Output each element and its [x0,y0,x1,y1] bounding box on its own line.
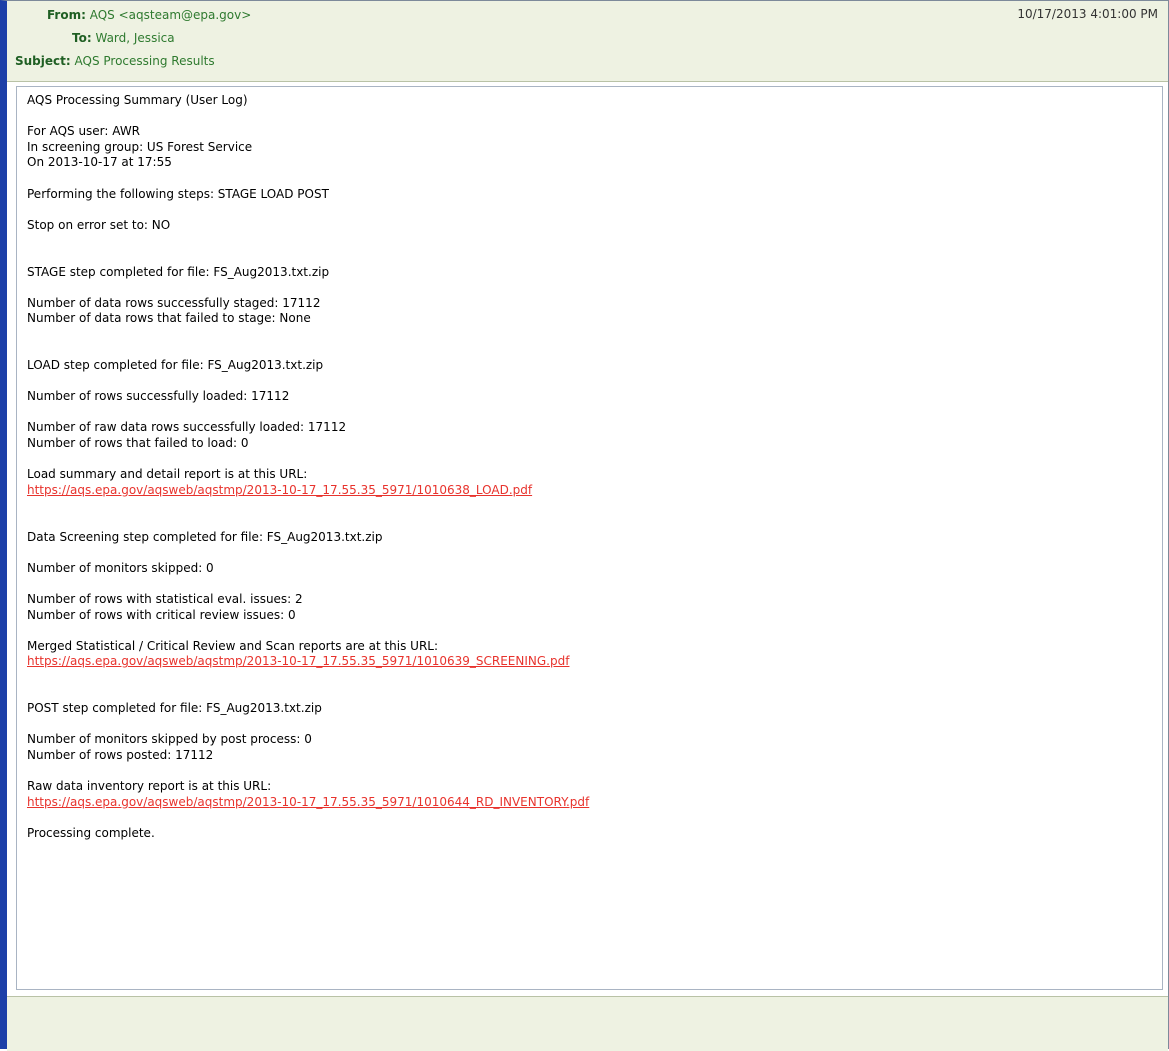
post-completed-line: POST step completed for file: FS_Aug2013… [27,701,322,716]
to-label: To: [72,31,92,45]
to-value[interactable]: Ward, Jessica [95,31,174,45]
sent-date: 10/17/2013 4:01:00 PM [1017,7,1158,21]
staged-failed-line: Number of data rows that failed to stage… [27,311,311,326]
rows-posted-line: Number of rows posted: 17112 [27,747,214,762]
from-row: From: AQS <aqsteam@epa.gov> [47,7,251,23]
email-window: From: AQS <aqsteam@epa.gov> To: Ward, Je… [0,0,1169,1051]
load-report-label: Load summary and detail report is at thi… [27,467,308,482]
inventory-report-label: Raw data inventory report is at this URL… [27,779,272,794]
group-line: In screening group: US Forest Service [27,139,253,154]
staged-ok-line: Number of data rows successfully staged:… [27,295,321,310]
user-line: For AQS user: AWR [27,124,141,139]
stop-on-error-line: Stop on error set to: NO [27,217,171,232]
rows-loaded-line: Number of rows successfully loaded: 1711… [27,389,290,404]
subject-label: Subject: [15,54,71,68]
screening-report-link[interactable]: https://aqs.epa.gov/aqsweb/aqstmp/2013-1… [27,654,569,668]
screening-completed-line: Data Screening step completed for file: … [27,529,383,544]
summary-title: AQS Processing Summary (User Log) [27,93,248,107]
to-row: To: Ward, Jessica [72,30,175,46]
date-line: On 2013-10-17 at 17:55 [27,155,172,170]
post-monitors-skipped-line: Number of monitors skipped by post proce… [27,732,312,747]
processing-complete-line: Processing complete. [27,825,155,840]
subject-row: Subject: AQS Processing Results [15,53,215,69]
steps-line: Performing the following steps: STAGE LO… [27,186,329,201]
from-label: From: [47,8,86,22]
inventory-report-link[interactable]: https://aqs.epa.gov/aqsweb/aqstmp/2013-1… [27,795,589,809]
email-header: From: AQS <aqsteam@epa.gov> To: Ward, Je… [7,1,1168,82]
load-completed-line: LOAD step completed for file: FS_Aug2013… [27,358,324,373]
monitors-skipped-line: Number of monitors skipped: 0 [27,560,214,575]
load-report-link[interactable]: https://aqs.epa.gov/aqsweb/aqstmp/2013-1… [27,483,532,497]
critical-issues-line: Number of rows with critical review issu… [27,607,296,622]
rows-failed-load-line: Number of rows that failed to load: 0 [27,436,249,451]
stage-completed-line: STAGE step completed for file: FS_Aug201… [27,264,330,279]
raw-rows-loaded-line: Number of raw data rows successfully loa… [27,420,347,435]
message-body[interactable]: AQS Processing Summary (User Log) For AQ… [16,86,1163,990]
bottom-bar [7,996,1168,1051]
from-value[interactable]: AQS <aqsteam@epa.gov> [90,8,252,22]
subject-value: AQS Processing Results [74,54,215,68]
screening-report-label: Merged Statistical / Critical Review and… [27,638,439,653]
stat-issues-line: Number of rows with statistical eval. is… [27,592,303,606]
